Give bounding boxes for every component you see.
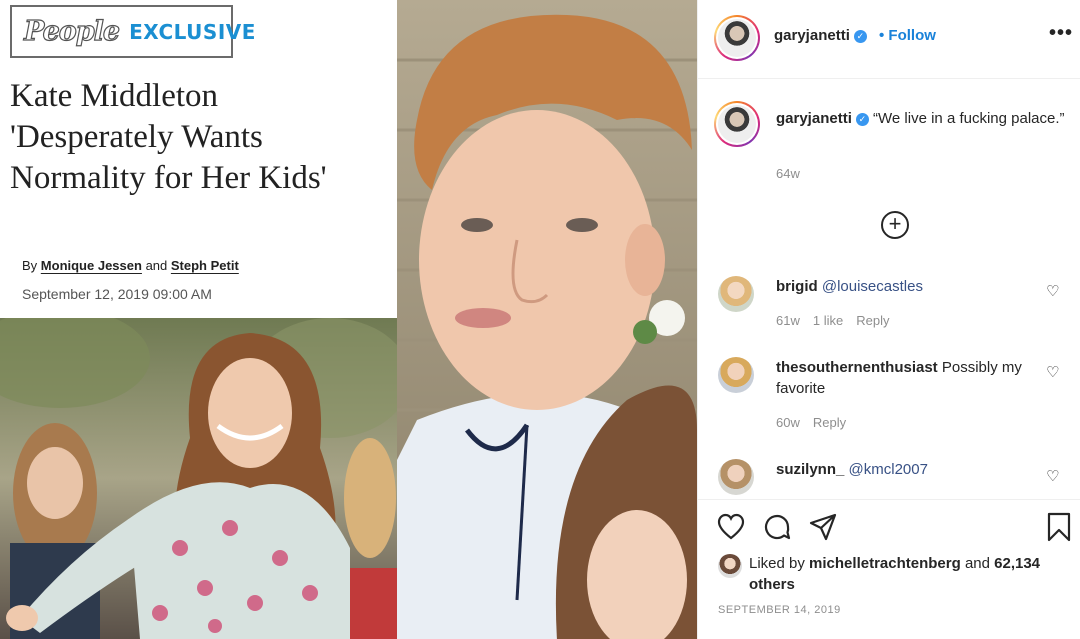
verified-badge-icon: ✓: [853, 30, 867, 43]
comment-item: thesouthernenthusiast Possibly my favori…: [718, 357, 1068, 437]
caption-timestamp: 64w: [776, 166, 800, 181]
boy-photo: [397, 0, 697, 639]
commenter-username[interactable]: thesouthernenthusiast: [776, 359, 938, 376]
comment-mention[interactable]: @louisecastles: [822, 278, 923, 295]
liked-by-prefix: Liked by: [749, 555, 805, 572]
heart-icon[interactable]: ♡: [1046, 467, 1059, 485]
share-icon[interactable]: [808, 512, 838, 542]
headline-line: Kate Middleton: [10, 78, 219, 114]
post-header: garyjanetti ✓ • Follow •••: [698, 0, 1080, 79]
heart-icon[interactable]: ♡: [1046, 282, 1059, 300]
follow-button[interactable]: • Follow: [879, 27, 936, 44]
heart-icon[interactable]: [716, 512, 746, 542]
author-link[interactable]: Monique Jessen: [41, 258, 142, 273]
headline-line: Normality for Her Kids': [10, 160, 327, 196]
liker-username[interactable]: michelletrachtenberg: [809, 555, 961, 572]
byline-by: By: [22, 258, 38, 273]
instagram-post: garyjanetti ✓ • Follow ••• garyjanetti ✓ “…: [697, 0, 1080, 639]
comment-age: 61w: [776, 313, 800, 328]
comment-text: suzilynn_ @kmcl2007: [776, 459, 1031, 480]
comment-text: thesouthernenthusiast Possibly my favori…: [776, 357, 1031, 399]
article-date: September 12, 2019 09:00 AM: [22, 286, 212, 302]
commenter-avatar[interactable]: [718, 357, 754, 393]
heart-icon[interactable]: ♡: [1046, 363, 1059, 381]
plus-circle-icon[interactable]: +: [881, 211, 909, 239]
article-photo: [0, 318, 397, 639]
byline: By Monique Jessen and Steph Petit: [22, 258, 239, 273]
caption-username[interactable]: garyjanetti: [776, 110, 852, 127]
article-screenshot: People EXCLUSIVE Kate Middleton 'Despera…: [0, 0, 397, 639]
people-logo: People: [23, 15, 120, 47]
liked-by-suffix: and: [964, 555, 990, 572]
username-text: garyjanetti: [774, 27, 850, 44]
byline-and: and: [145, 258, 168, 273]
author-link[interactable]: Steph Petit: [171, 258, 239, 273]
post-caption: garyjanetti ✓ “We live in a fucking palac…: [776, 108, 1066, 129]
commenter-avatar[interactable]: [718, 459, 754, 495]
more-options-icon[interactable]: •••: [1049, 22, 1073, 45]
post-date[interactable]: SEPTEMBER 14, 2019: [718, 604, 841, 616]
username-link[interactable]: garyjanetti ✓: [774, 27, 867, 44]
article-headline: Kate Middleton 'Desperately Wants Normal…: [10, 76, 390, 199]
comment-meta: 61w 1 like Reply: [776, 313, 902, 328]
bookmark-icon[interactable]: [1044, 512, 1074, 542]
comment-likes[interactable]: 1 like: [813, 313, 843, 328]
follow-label: Follow: [888, 27, 936, 44]
profile-avatar[interactable]: [714, 15, 760, 61]
post-footer: Liked by michelletrachtenberg and 62,134…: [698, 499, 1080, 639]
commenter-avatar[interactable]: [718, 276, 754, 312]
comment-mention[interactable]: @kmcl2007: [849, 461, 928, 478]
headline-line: 'Desperately Wants: [10, 119, 263, 155]
brand-box: People EXCLUSIVE: [10, 5, 255, 58]
comment-text: brigid @louisecastles: [776, 276, 1031, 297]
comment-age: 60w: [776, 415, 800, 430]
reply-button[interactable]: Reply: [856, 313, 889, 328]
caption-body: “We live in a fucking palace.”: [873, 110, 1065, 127]
likes-summary: Liked by michelletrachtenberg and 62,134…: [749, 553, 1059, 595]
commenter-username[interactable]: brigid: [776, 278, 818, 295]
reply-button[interactable]: Reply: [813, 415, 846, 430]
caption-avatar[interactable]: [714, 101, 760, 147]
liker-avatar[interactable]: [718, 554, 742, 578]
comment-item: suzilynn_ @kmcl2007 ♡: [718, 459, 1068, 499]
comment-icon[interactable]: [762, 512, 792, 542]
exclusive-label: EXCLUSIVE: [129, 19, 256, 44]
commenter-username[interactable]: suzilynn_: [776, 461, 844, 478]
comment-meta: 60w Reply: [776, 415, 859, 430]
comment-item: brigid @louisecastles 61w 1 like Reply ♡: [718, 276, 1068, 336]
verified-badge-icon: ✓: [855, 113, 869, 126]
